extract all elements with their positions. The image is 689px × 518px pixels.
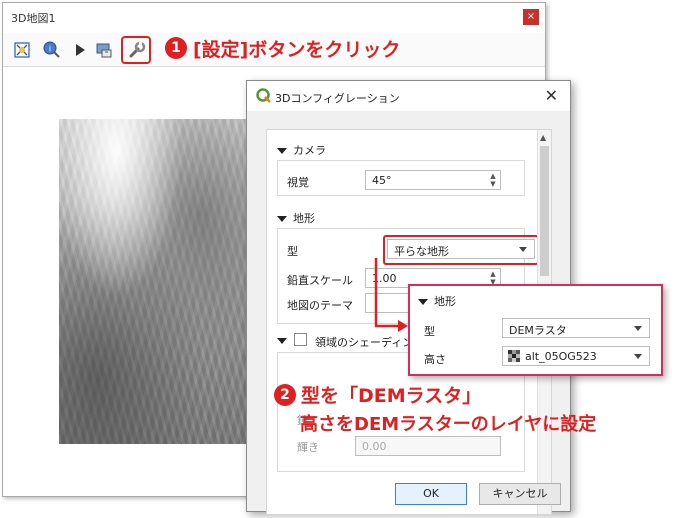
popup-type-label: 型 xyxy=(424,325,435,338)
dialog-title: 3Dコンフィグレーション xyxy=(275,92,400,105)
camera-header-label: カメラ xyxy=(293,144,326,157)
save-image-icon[interactable] xyxy=(93,39,115,61)
popup-height-value: alt_05OG523 xyxy=(525,350,597,363)
step2-line2: 高さをDEMラスターのレイヤに設定 xyxy=(300,414,597,435)
chevron-down-icon xyxy=(634,326,642,331)
fov-label: 視覚 xyxy=(287,176,309,189)
terrain-render[interactable] xyxy=(59,119,249,444)
popup-type-combo[interactable]: DEMラスタ xyxy=(502,318,650,338)
scroll-thumb[interactable] xyxy=(540,146,549,276)
svg-text:i: i xyxy=(49,45,51,54)
zoom-full-icon[interactable] xyxy=(11,39,33,61)
vertical-scale-value: 1.00 xyxy=(372,272,397,285)
collapse-icon xyxy=(277,338,287,344)
shininess-spinbox[interactable]: 0.00 xyxy=(355,436,501,456)
identify-icon[interactable]: i xyxy=(41,39,63,61)
chevron-down-icon xyxy=(634,354,642,359)
popup-height-combo[interactable]: alt_05OG523 xyxy=(502,346,650,366)
terrain-dem-popup: 地形 型 DEMラスタ 高さ alt_05OG523 xyxy=(408,284,663,376)
step2-line1: 型を「DEMラスタ」 xyxy=(301,385,482,407)
popup-header-label: 地形 xyxy=(434,295,456,308)
terrain-header-label: 地形 xyxy=(293,212,315,225)
map-close-button[interactable]: × xyxy=(523,9,539,25)
camera-section-header[interactable]: カメラ xyxy=(277,142,326,158)
dialog-titlebar: 3Dコンフィグレーション ✕ xyxy=(247,81,570,111)
map-theme-label: 地図のテーマ xyxy=(287,299,353,312)
play-icon[interactable] xyxy=(69,39,91,61)
shading-checkbox[interactable] xyxy=(294,333,307,346)
shininess-label: 輝き xyxy=(297,441,319,454)
ok-button[interactable]: OK xyxy=(395,483,467,505)
fov-value: 45° xyxy=(372,174,392,187)
spin-arrows-icon[interactable]: ▲ ▼ xyxy=(488,172,498,188)
step2-badge: 2 xyxy=(274,384,296,406)
collapse-icon xyxy=(418,299,428,305)
map-titlebar: 3D地図1 × xyxy=(3,3,545,31)
terrain-type-label: 型 xyxy=(287,245,298,258)
type-combo-highlight xyxy=(383,235,539,265)
terrain-section-header[interactable]: 地形 xyxy=(277,210,315,226)
vertical-scale-label: 鉛直スケール xyxy=(287,274,353,287)
shading-section-header[interactable] xyxy=(277,334,293,347)
popup-height-label: 高さ xyxy=(424,353,446,366)
collapse-icon xyxy=(277,148,287,154)
settings-icon[interactable] xyxy=(126,39,148,61)
popup-terrain-header[interactable]: 地形 xyxy=(418,293,456,309)
step1-text: [設定]ボタンをクリック xyxy=(193,39,401,61)
raster-layer-icon xyxy=(508,350,520,362)
map-window-title: 3D地図1 xyxy=(11,12,56,25)
collapse-icon xyxy=(277,216,287,222)
shininess-value: 0.00 xyxy=(362,440,387,453)
step1-badge: 1 xyxy=(165,37,187,59)
popup-type-value: DEMラスタ xyxy=(509,324,567,337)
scroll-up-icon[interactable]: ▲ xyxy=(540,133,546,142)
cancel-button[interactable]: キャンセル xyxy=(479,483,561,505)
qgis-logo-icon xyxy=(256,88,271,103)
fov-spinbox[interactable]: 45° ▲ ▼ xyxy=(365,170,501,190)
dialog-close-button[interactable]: ✕ xyxy=(545,86,558,105)
